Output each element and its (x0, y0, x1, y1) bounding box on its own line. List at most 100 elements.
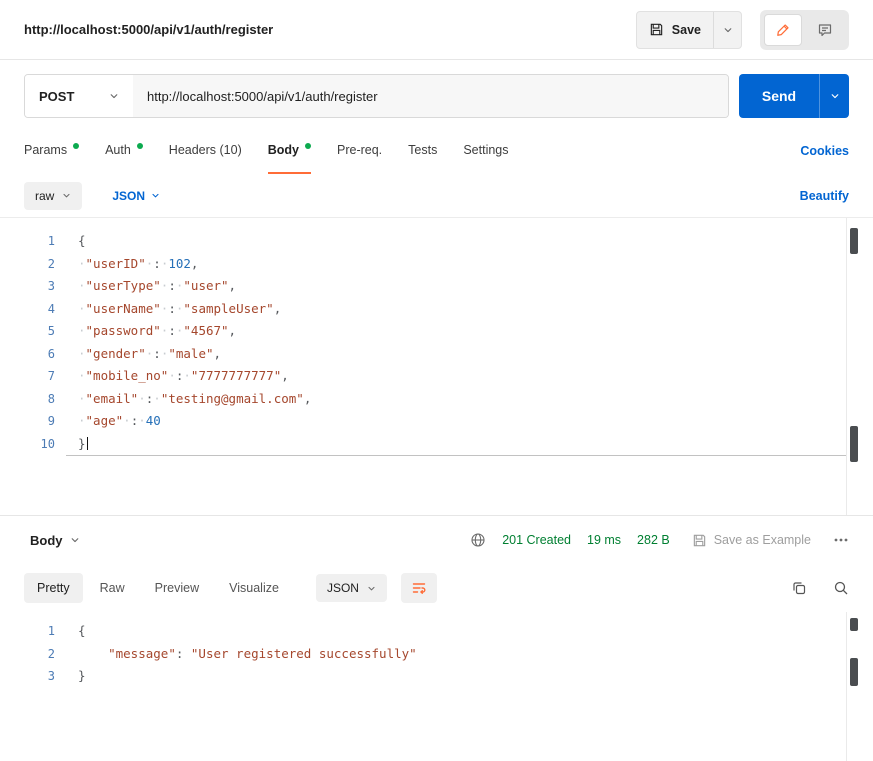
scrollbar-thumb[interactable] (850, 228, 858, 254)
body-toolbar: raw JSON Beautify (0, 174, 873, 218)
save-options-button[interactable] (713, 11, 741, 48)
code-line[interactable]: ·"age"·:·40 (66, 410, 847, 433)
tab-label: Headers (10) (168, 143, 242, 157)
network-globe-icon[interactable] (470, 532, 486, 548)
request-tabs-row: Params Auth Headers (10) Body Pre-req. T… (0, 128, 873, 174)
tab-label: Pre-req. (337, 143, 383, 157)
chevron-down-icon (367, 584, 376, 593)
line-number: 2 (47, 256, 55, 271)
response-time-badge: 19 ms (587, 533, 622, 547)
line-number: 1 (47, 234, 55, 248)
comments-button[interactable] (805, 14, 845, 46)
save-icon (649, 22, 664, 37)
response-body-selector[interactable]: Body (24, 532, 86, 549)
send-button[interactable]: Send (739, 74, 819, 118)
line-number: 10 (40, 436, 55, 451)
line-number: 6 (47, 346, 55, 361)
code-line[interactable]: ·"password"·:·"4567", (66, 320, 847, 343)
method-selector[interactable]: POST (25, 75, 133, 117)
response-size-badge: 282 B (637, 533, 670, 547)
search-button[interactable] (833, 580, 849, 596)
response-tab-preview[interactable]: Preview (142, 573, 212, 603)
code-line[interactable]: ·"mobile_no"·:·"7777777777", (66, 365, 847, 388)
tab-body[interactable]: Body (267, 128, 311, 174)
response-tab-visualize[interactable]: Visualize (216, 573, 292, 603)
url-input[interactable]: http://localhost:5000/api/v1/auth/regist… (133, 75, 728, 117)
tab-label: Body (267, 143, 299, 157)
tab-pre-request[interactable]: Pre-req. (337, 128, 382, 174)
response-tab-pretty[interactable]: Pretty (24, 573, 83, 603)
line-number: 9 (47, 414, 55, 428)
copy-icon (791, 580, 807, 596)
request-header: http://localhost:5000/api/v1/auth/regist… (0, 0, 873, 60)
save-as-example-button[interactable]: Save as Example (686, 532, 817, 549)
save-button[interactable]: Save (637, 12, 713, 48)
postman-window: http://localhost:5000/api/v1/auth/regist… (0, 0, 873, 761)
scrollbar-thumb[interactable] (850, 658, 858, 686)
url-bar: POST http://localhost:5000/api/v1/auth/r… (24, 74, 729, 118)
method-label: POST (39, 88, 75, 104)
response-panel: Body 201 Created 19 ms 282 B Save as Exa… (0, 515, 873, 761)
code-line[interactable]: { (66, 230, 847, 253)
language-label: JSON (112, 188, 146, 203)
copy-button[interactable] (791, 580, 807, 596)
tab-headers[interactable]: Headers (10) (169, 128, 242, 174)
body-format-selector[interactable]: raw (24, 181, 83, 210)
response-tab-raw[interactable]: Raw (87, 573, 138, 603)
chevron-down-icon (62, 191, 71, 200)
status-code-badge: 201 Created (502, 533, 571, 547)
response-code-area[interactable]: { "message": "User registered successful… (66, 620, 847, 688)
response-body-viewer[interactable]: 1 2 3 { "message": "User registered succes… (0, 612, 873, 761)
tab-tests[interactable]: Tests (408, 128, 437, 174)
line-number-gutter: 1 2 3 4 5 6 7 8 9 10 (0, 230, 66, 455)
response-header: Body 201 Created 19 ms 282 B Save as Exa… (0, 516, 873, 564)
scrollbar-thumb[interactable] (850, 618, 858, 631)
tab-label: Auth (105, 143, 131, 157)
more-actions-button[interactable] (833, 532, 849, 548)
code-line[interactable]: } (66, 433, 847, 456)
pane-toggle-group (760, 9, 849, 50)
request-code-area[interactable]: {·"userID"·:·102, ·"userType"·:·"user", ·"… (66, 230, 847, 456)
line-number: 7 (47, 369, 55, 383)
code-line[interactable]: ·"gender"·:·"male", (66, 343, 847, 366)
chevron-down-icon (151, 191, 160, 200)
save-button-label: Save (671, 22, 701, 37)
wrap-text-button[interactable] (400, 573, 437, 603)
code-line[interactable]: ·"email"·:·"testing@gmail.com", (66, 388, 847, 411)
request-body-editor[interactable]: 1 2 3 4 5 6 7 8 9 10 {·"userID"·:·102, ·"userType"… (0, 218, 873, 515)
line-number: 8 (47, 391, 55, 406)
tab-auth[interactable]: Auth (105, 128, 143, 174)
chevron-down-icon (830, 91, 840, 101)
response-language-selector[interactable]: JSON (315, 574, 387, 602)
line-number: 5 (47, 324, 55, 338)
response-toolbar-icons (791, 580, 849, 596)
response-meta: 201 Created 19 ms 282 B Save as Example (470, 532, 849, 549)
scrollbar-thumb[interactable] (850, 426, 858, 462)
response-body-label: Body (30, 532, 63, 548)
language-selector[interactable]: JSON (106, 188, 166, 204)
line-number: 1 (47, 624, 55, 638)
tab-settings[interactable]: Settings (463, 128, 508, 174)
response-toolbar: Pretty Raw Preview Visualize JSON (0, 564, 873, 612)
code-line[interactable]: ·"userName"·:·"sampleUser", (66, 298, 847, 321)
tab-params[interactable]: Params (24, 128, 80, 174)
code-line[interactable]: ·"userID"·:·102, (66, 253, 847, 276)
beautify-link[interactable]: Beautify (800, 189, 849, 203)
header-actions: Save (635, 9, 849, 50)
code-line[interactable]: } (66, 665, 847, 688)
cookies-link[interactable]: Cookies (800, 144, 849, 158)
code-line[interactable]: { (66, 620, 847, 643)
line-number-gutter: 1 2 3 (0, 620, 66, 688)
text-cursor (86, 436, 89, 450)
code-line[interactable]: "message": "User registered successfully… (66, 643, 847, 666)
request-tabs: Params Auth Headers (10) Body Pre-req. T… (24, 128, 509, 174)
body-format-label: raw (35, 188, 55, 203)
code-line[interactable]: ·"userType"·:·"user", (66, 275, 847, 298)
line-number: 4 (47, 301, 55, 316)
editor-right-border (846, 218, 847, 515)
tab-label: Params (24, 143, 68, 157)
request-title: http://localhost:5000/api/v1/auth/regist… (24, 22, 274, 37)
edit-documentation-button[interactable] (764, 13, 802, 46)
tab-label: Tests (408, 143, 438, 157)
send-options-button[interactable] (819, 74, 849, 118)
